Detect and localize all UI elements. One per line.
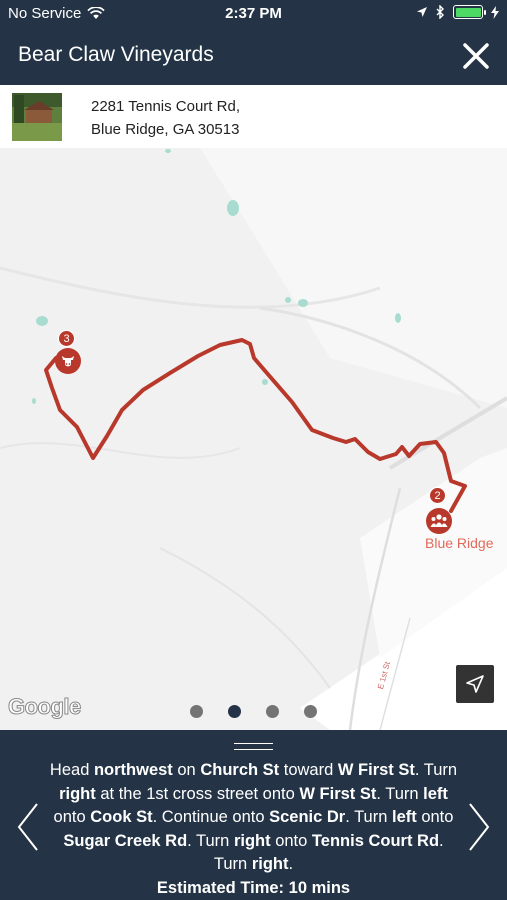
map-marker-2[interactable]: 2 xyxy=(423,487,463,534)
directions-run: . Turn xyxy=(414,761,458,779)
directions-run: onto xyxy=(416,808,454,826)
estimated-time: Estimated Time: 10 mins xyxy=(156,878,351,897)
address-text: 2281 Tennis Court Rd, Blue Ridge, GA 305… xyxy=(91,95,240,141)
directions-emphasis: right xyxy=(251,855,289,873)
close-icon xyxy=(463,43,489,69)
directions-run: . xyxy=(288,855,294,873)
location-arrow-icon xyxy=(417,7,427,17)
directions-emphasis: Church St xyxy=(200,761,280,779)
page-title: Bear Claw Vineyards xyxy=(18,43,214,66)
marker-number-badge: 3 xyxy=(58,330,75,347)
directions-run: onto xyxy=(53,808,91,826)
page-dot-1[interactable] xyxy=(190,705,203,718)
directions-emphasis: W First St xyxy=(337,761,415,779)
map-marker-3[interactable]: 3 xyxy=(49,330,89,376)
directions-emphasis: left xyxy=(392,808,417,826)
directions-emphasis: Scenic Dr xyxy=(269,808,346,826)
previous-step-button[interactable] xyxy=(16,802,40,852)
directions-run: onto xyxy=(270,831,312,850)
directions-emphasis: Tennis Court Rd xyxy=(311,831,440,850)
vineyard-thumbnail xyxy=(12,93,62,141)
directions-emphasis: left xyxy=(423,784,448,803)
drag-handle[interactable] xyxy=(234,743,273,750)
place-label-blue-ridge: Blue Ridge xyxy=(425,535,494,551)
charging-bolt-icon xyxy=(491,5,499,19)
address-card: 2281 Tennis Court Rd, Blue Ridge, GA 305… xyxy=(0,85,507,148)
directions-run: . Turn xyxy=(187,831,234,850)
directions-emphasis: right xyxy=(59,784,96,803)
map-canvas xyxy=(0,148,507,730)
directions-run: . Turn xyxy=(345,808,392,826)
directions-emphasis: W First St xyxy=(299,784,377,803)
battery-icon xyxy=(453,5,486,19)
directions-run: Head xyxy=(49,761,94,779)
status-bar: No Service 2:37 PM xyxy=(0,0,507,28)
page-dot-3[interactable] xyxy=(266,705,279,718)
directions-panel: Head northwest on Church St toward W Fir… xyxy=(0,730,507,900)
address-line-1: 2281 Tennis Court Rd, xyxy=(91,98,240,115)
directions-emphasis: right xyxy=(233,831,271,850)
map-view[interactable]: 3 2 Blue Ridge E 1st St Google xyxy=(0,148,507,730)
page-dot-4[interactable] xyxy=(304,705,317,718)
cow-icon xyxy=(62,356,74,367)
navigation-arrow-icon xyxy=(466,675,484,693)
directions-run: on xyxy=(172,761,201,779)
marker-number-badge: 2 xyxy=(429,487,446,504)
directions-run: at the 1st cross street onto xyxy=(95,784,300,803)
group-icon xyxy=(430,514,448,527)
directions-run: toward xyxy=(279,761,338,779)
chevron-right-icon xyxy=(469,803,490,851)
directions-run: . Continue onto xyxy=(152,808,270,826)
nav-header: Bear Claw Vineyards xyxy=(0,28,507,85)
bluetooth-icon xyxy=(436,5,444,19)
page-indicator xyxy=(0,705,507,718)
directions-emphasis: Cook St xyxy=(90,808,153,826)
directions-run: . Turn xyxy=(376,784,424,803)
chevron-left-icon xyxy=(17,803,38,851)
directions-emphasis: northwest xyxy=(93,761,173,779)
address-line-2: Blue Ridge, GA 30513 xyxy=(91,121,240,138)
directions-steps: Head northwest on Church St toward W Fir… xyxy=(48,759,459,877)
directions-text: Head northwest on Church St toward W Fir… xyxy=(48,759,459,900)
directions-emphasis: Sugar Creek Rd xyxy=(63,831,188,850)
my-location-button[interactable] xyxy=(456,665,494,703)
close-button[interactable] xyxy=(459,39,493,73)
next-step-button[interactable] xyxy=(467,802,491,852)
page-dot-2[interactable] xyxy=(228,705,241,718)
